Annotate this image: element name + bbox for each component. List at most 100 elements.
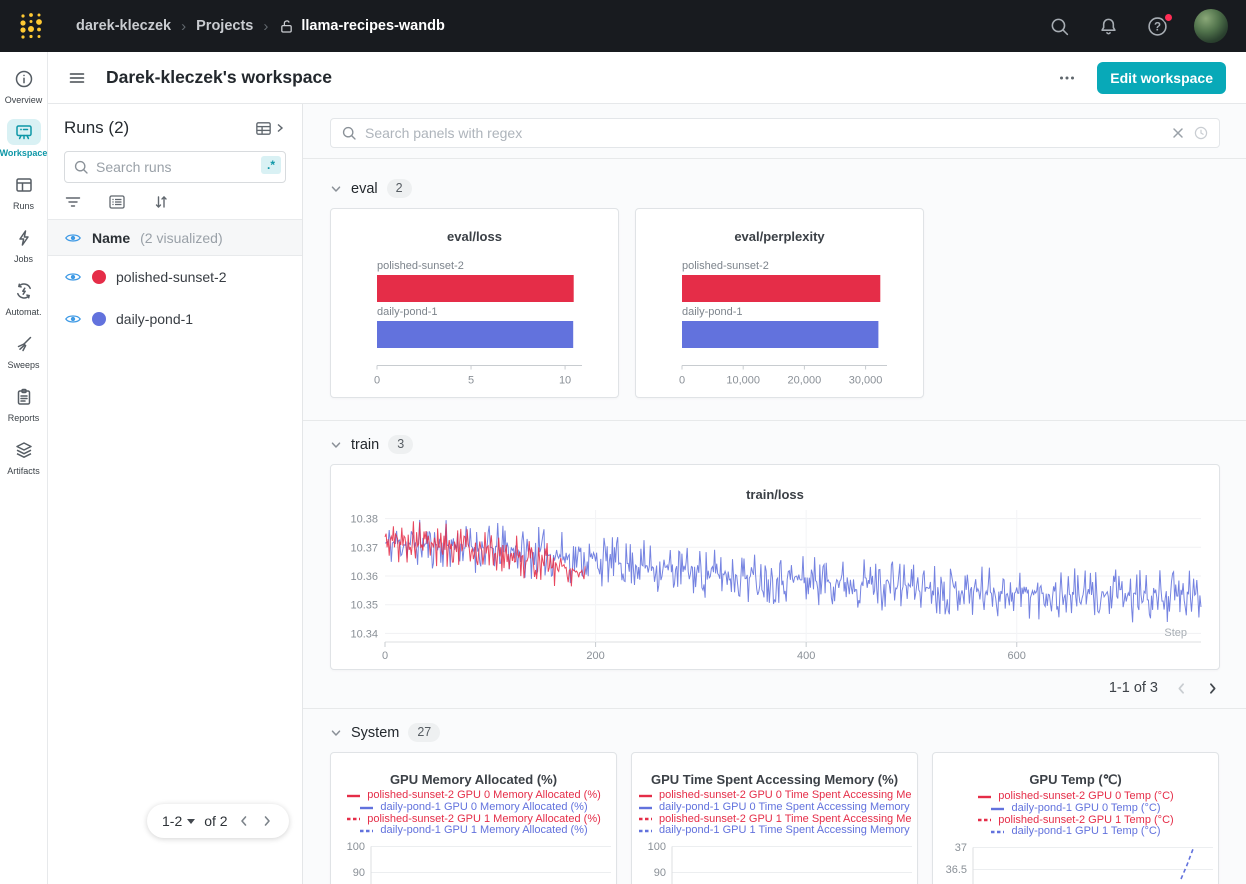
visibility-eye-icon[interactable] bbox=[64, 268, 82, 286]
legend-marker bbox=[638, 805, 654, 811]
legend-item[interactable]: polished-sunset-2 GPU 1 Temp (°C) bbox=[977, 815, 1173, 827]
legend-item[interactable]: polished-sunset-2 GPU 1 Memory Allocated… bbox=[346, 814, 601, 826]
section-name[interactable]: train bbox=[351, 437, 379, 453]
section-name[interactable]: eval bbox=[351, 181, 378, 197]
filter-icon[interactable] bbox=[64, 193, 82, 211]
prev-page-icon bbox=[1174, 681, 1189, 696]
group-list-icon[interactable] bbox=[108, 193, 126, 211]
sort-icon[interactable] bbox=[152, 193, 170, 211]
run-row-daily-pond-1[interactable]: daily-pond-1 bbox=[48, 298, 302, 340]
legend-item[interactable]: daily-pond-1 GPU 1 Time Spent Accessing … bbox=[638, 825, 911, 837]
section-system-header[interactable]: System 27 bbox=[330, 723, 1220, 742]
legend-label: polished-sunset-2 GPU 0 Temp (°C) bbox=[998, 791, 1173, 803]
sidebar-item-runs[interactable]: Runs bbox=[0, 166, 48, 219]
legend-label: polished-sunset-2 GPU 1 Temp (°C) bbox=[998, 815, 1173, 827]
legend-item[interactable]: daily-pond-1 GPU 0 Time Spent Accessing … bbox=[638, 802, 911, 814]
visibility-eye-icon[interactable] bbox=[64, 229, 82, 247]
svg-text:400: 400 bbox=[797, 650, 815, 662]
wandb-logo[interactable] bbox=[14, 9, 48, 43]
run-name[interactable]: polished-sunset-2 bbox=[116, 269, 227, 285]
sidebar-item-workspace[interactable]: Workspace bbox=[0, 113, 48, 166]
legend-marker bbox=[977, 794, 993, 800]
run-name[interactable]: daily-pond-1 bbox=[116, 311, 193, 327]
run-color-dot bbox=[92, 312, 106, 326]
section-train-header[interactable]: train 3 bbox=[330, 435, 1220, 454]
legend-label: daily-pond-1 GPU 1 Memory Allocated (%) bbox=[380, 825, 587, 837]
panel-eval-perplexity[interactable]: eval/perplexity polished-sunset-2daily-p… bbox=[635, 208, 924, 398]
breadcrumb-project[interactable]: llama-recipes-wandb bbox=[301, 18, 444, 34]
svg-text:90: 90 bbox=[654, 867, 666, 879]
prev-page-icon[interactable] bbox=[237, 814, 251, 828]
layers-icon bbox=[7, 437, 41, 463]
topnav-actions: ? bbox=[1049, 9, 1228, 43]
page-title: Darek-kleczek's workspace bbox=[106, 67, 332, 88]
next-page-icon[interactable] bbox=[260, 814, 274, 828]
run-row-polished-sunset-2[interactable]: polished-sunset-2 bbox=[48, 256, 302, 298]
runs-table-expand-button[interactable] bbox=[254, 119, 286, 138]
chart-legend: polished-sunset-2 GPU 0 Time Spent Acces… bbox=[632, 790, 917, 837]
legend-item[interactable]: polished-sunset-2 GPU 0 Temp (°C) bbox=[977, 791, 1173, 803]
chevron-down-icon[interactable] bbox=[330, 727, 342, 739]
column-name-label[interactable]: Name bbox=[92, 230, 130, 246]
section-eval-header[interactable]: eval 2 bbox=[330, 179, 1220, 198]
legend-item[interactable]: daily-pond-1 GPU 1 Temp (°C) bbox=[990, 826, 1160, 838]
legend-item[interactable]: daily-pond-1 GPU 0 Memory Allocated (%) bbox=[359, 802, 587, 814]
search-panels-input[interactable] bbox=[365, 125, 1163, 141]
sidebar-item-jobs[interactable]: Jobs bbox=[0, 219, 48, 272]
regex-toggle[interactable]: .* bbox=[261, 156, 281, 174]
visualized-count: (2 visualized) bbox=[140, 230, 222, 246]
svg-text:200: 200 bbox=[586, 650, 604, 662]
edit-workspace-button[interactable]: Edit workspace bbox=[1097, 62, 1226, 94]
next-page-icon[interactable] bbox=[1205, 681, 1220, 696]
legend-item[interactable]: daily-pond-1 GPU 1 Memory Allocated (%) bbox=[359, 825, 587, 837]
sidebar-item-sweeps[interactable]: Sweeps bbox=[0, 325, 48, 378]
panel-gpu-temp[interactable]: GPU Temp (℃) polished-sunset-2 GPU 0 Tem… bbox=[932, 752, 1219, 884]
lightning-icon bbox=[7, 225, 41, 251]
page-range-dropdown[interactable]: 1-2 bbox=[162, 813, 195, 829]
gpu-time-chart: 10090 bbox=[632, 840, 917, 884]
chart-title: train/loss bbox=[331, 487, 1219, 502]
sidebar-item-label: Runs bbox=[13, 201, 34, 211]
open-lock-icon bbox=[278, 18, 295, 35]
breadcrumb-projects[interactable]: Projects bbox=[196, 18, 253, 34]
sidebar-item-reports[interactable]: Reports bbox=[0, 378, 48, 431]
chart-title: GPU Memory Allocated (%) bbox=[390, 772, 557, 787]
search-icon[interactable] bbox=[1049, 16, 1070, 37]
search-runs-input[interactable] bbox=[64, 151, 286, 183]
legend-item[interactable]: daily-pond-1 GPU 0 Temp (°C) bbox=[990, 803, 1160, 815]
runs-list-header: Name (2 visualized) bbox=[48, 219, 302, 256]
chevron-down-icon[interactable] bbox=[330, 183, 342, 195]
panel-gpu-memory-allocated[interactable]: GPU Memory Allocated (%) polished-sunset… bbox=[330, 752, 617, 884]
breadcrumb-user[interactable]: darek-kleczek bbox=[76, 18, 171, 34]
svg-text:10.37: 10.37 bbox=[350, 542, 378, 554]
legend-item[interactable]: polished-sunset-2 GPU 0 Time Spent Acces… bbox=[638, 790, 911, 802]
svg-text:10.34: 10.34 bbox=[350, 628, 378, 640]
chevron-down-icon[interactable] bbox=[330, 439, 342, 451]
panel-eval-loss[interactable]: eval/loss polished-sunset-2daily-pond-10… bbox=[330, 208, 619, 398]
menu-icon[interactable] bbox=[68, 69, 86, 87]
system-cards-row: GPU Memory Allocated (%) polished-sunset… bbox=[330, 752, 1220, 884]
panel-gpu-time-accessing-memory[interactable]: GPU Time Spent Accessing Memory (%) poli… bbox=[631, 752, 918, 884]
legend-marker bbox=[977, 817, 993, 823]
avatar[interactable] bbox=[1194, 9, 1228, 43]
more-options-icon[interactable] bbox=[1055, 71, 1079, 85]
legend-item[interactable]: polished-sunset-2 GPU 1 Time Spent Acces… bbox=[638, 814, 911, 826]
help-icon[interactable]: ? bbox=[1147, 16, 1168, 37]
run-color-dot bbox=[92, 270, 106, 284]
panel-train-loss[interactable]: train/loss 10.3410.3510.3610.3710.380200… bbox=[330, 464, 1220, 670]
section-count-badge: 2 bbox=[387, 179, 412, 198]
notifications-bell-icon[interactable] bbox=[1098, 16, 1119, 37]
sidebar-item-overview[interactable]: Overview bbox=[0, 60, 48, 113]
sidebar-item-artifacts[interactable]: Artifacts bbox=[0, 431, 48, 484]
legend-item[interactable]: polished-sunset-2 GPU 0 Memory Allocated… bbox=[346, 790, 601, 802]
section-name[interactable]: System bbox=[351, 725, 399, 741]
visibility-eye-icon[interactable] bbox=[64, 310, 82, 328]
search-icon bbox=[73, 159, 89, 175]
sidebar-item-automations[interactable]: Automat. bbox=[0, 272, 48, 325]
legend-marker bbox=[359, 805, 375, 811]
clear-search-icon[interactable] bbox=[1171, 126, 1185, 140]
eval-loss-bar-chart: polished-sunset-2daily-pond-10510 bbox=[332, 252, 617, 392]
history-icon[interactable] bbox=[1193, 125, 1209, 141]
svg-text:100: 100 bbox=[347, 841, 365, 853]
sidebar-item-label: Sweeps bbox=[7, 360, 39, 370]
